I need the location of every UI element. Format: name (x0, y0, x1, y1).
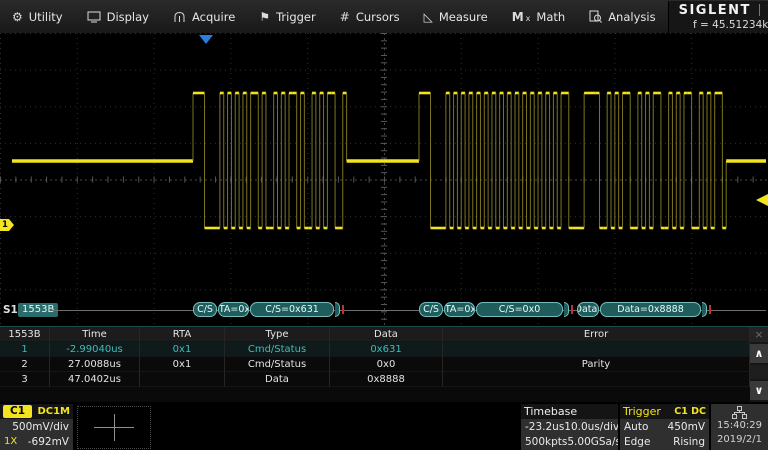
decode-result-table: 1553B Time RTA Type Data Error 1 -2.9904… (0, 326, 768, 402)
channel1-panel[interactable]: C1 DC1M 500mV/div 1X -692mV (0, 404, 73, 450)
timebase-samplerate: 5.00GSa/s (567, 436, 618, 448)
trigger-frequency: f = 45.51234kHz (693, 19, 768, 31)
trigger-position-marker[interactable] (199, 35, 213, 44)
graticule-and-trace (0, 33, 768, 326)
channel1-scale: 500mV/div (12, 421, 69, 433)
crosshair-icon (114, 414, 115, 441)
menu-item-math[interactable]: Mx Math (500, 0, 577, 33)
menu-label: Measure (439, 10, 488, 24)
crosshatch-icon: # (340, 11, 350, 23)
decode-badge: C/S (419, 302, 443, 317)
menu-label: Acquire (192, 10, 235, 24)
decode-badge: Data=0x8888 (600, 302, 701, 317)
column-header: Time (50, 327, 140, 342)
trigger-mode: Auto (624, 421, 648, 433)
menu-item-display[interactable]: Display (75, 0, 161, 33)
frame-end-bracket (335, 302, 340, 317)
close-icon: × (754, 328, 763, 341)
trigger-panel[interactable]: Trigger C1 DC Auto 450mV Edge Rising (620, 404, 709, 450)
channel1-trace (12, 93, 766, 228)
channel1-offset: -692mV (28, 436, 69, 448)
logo-status-block: SIGLENT Trig'd f = 45.51234kHz (668, 1, 768, 33)
channel1-coupling: DC1M (37, 406, 70, 417)
menu-label: Trigger (276, 10, 316, 24)
menu-label: Analysis (608, 10, 655, 24)
menu-item-cursors[interactable]: # Cursors (328, 0, 412, 33)
menu-label: Math (536, 10, 565, 24)
trigger-level: 450mV (668, 421, 705, 433)
frame-end-marker (571, 305, 573, 314)
column-header: RTA (140, 327, 225, 342)
truncation-marker (598, 306, 599, 313)
gear-icon: ⚙ (12, 11, 23, 23)
decode-badge: C/S=0x0 (476, 302, 563, 317)
scroll-up-button[interactable]: ∧ (750, 344, 768, 363)
decode-badge: RTA=0x (444, 302, 475, 317)
probe-arch-icon (173, 11, 186, 23)
menu-label: Utility (29, 10, 63, 24)
clock-time: 15:40:29 (717, 419, 762, 433)
menu-item-acquire[interactable]: Acquire (161, 0, 247, 33)
column-header: Error (443, 327, 750, 342)
menu-label: Cursors (356, 10, 400, 24)
position-indicator-box (77, 406, 151, 449)
decode-badge: RTA=0x (218, 302, 249, 317)
column-header: Type (225, 327, 330, 342)
menu-label: Display (107, 10, 149, 24)
siglent-logo: SIGLENT (679, 3, 751, 18)
clock-date: 2019/2/1 (717, 433, 762, 447)
frame-end-bracket (702, 302, 707, 317)
flag-icon: ⚑ (259, 11, 270, 23)
ruler-triangle-icon: ◺ (424, 11, 433, 23)
monitor-icon (87, 11, 101, 23)
trigger-title: Trigger (623, 405, 661, 418)
timebase-panel[interactable]: Timebase -23.2us 10.0us/div 500kpts 5.00… (521, 404, 618, 450)
math-icon: M (512, 11, 524, 23)
network-icon (732, 406, 747, 419)
channel1-probe: 1X (4, 436, 17, 447)
frame-end-marker (709, 305, 711, 314)
menu-item-trigger[interactable]: ⚑ Trigger (247, 0, 327, 33)
timebase-delay: -23.2us (525, 421, 564, 433)
scroll-down-button[interactable]: ∨ (750, 381, 768, 400)
decode-badge: C/S (193, 302, 217, 317)
math-sub-icon: x (526, 15, 531, 23)
trigger-status-badge: Trig'd (759, 4, 768, 16)
bus-source-label: S1 (3, 304, 18, 316)
magnifier-doc-icon (589, 10, 602, 23)
chevron-up-icon: ∧ (755, 347, 764, 360)
menu-item-utility[interactable]: ⚙ Utility (0, 0, 75, 33)
timebase-title: Timebase (524, 405, 577, 418)
decode-bus-row: S1 1553B C/S RTA=0x C/S=0x631 C/S RTA=0x… (0, 299, 768, 324)
table-close-button[interactable]: × (750, 327, 768, 342)
table-scrollbar: × ∧ ∨ (750, 327, 768, 402)
trigger-slope: Rising (673, 436, 705, 448)
trigger-type: Edge (624, 436, 650, 448)
timebase-points: 500kpts (525, 436, 567, 448)
scroll-track[interactable] (750, 365, 768, 379)
chevron-down-icon: ∨ (755, 384, 764, 397)
menu-bar: ⚙ Utility Display Acquire ⚑ Trigger # Cu… (0, 0, 768, 34)
status-bar: C1 DC1M 500mV/div 1X -692mV Timebase -23… (0, 402, 768, 450)
menu-item-analysis[interactable]: Analysis (577, 0, 667, 33)
decode-badge: Data (577, 302, 599, 317)
frame-end-bracket (564, 302, 569, 317)
clock-panel[interactable]: 15:40:29 2019/2/1 (711, 404, 768, 450)
waveform-display: 1 (0, 33, 768, 326)
decode-badge: C/S=0x631 (250, 302, 334, 317)
timebase-scale: 10.0us/div (564, 421, 618, 433)
trigger-source: C1 DC (674, 406, 706, 417)
column-header: Data (330, 327, 443, 342)
channel1-badge: C1 (3, 405, 32, 418)
menu-item-measure[interactable]: ◺ Measure (412, 0, 500, 33)
frame-end-marker (342, 305, 344, 314)
column-header: 1553B (0, 327, 50, 342)
